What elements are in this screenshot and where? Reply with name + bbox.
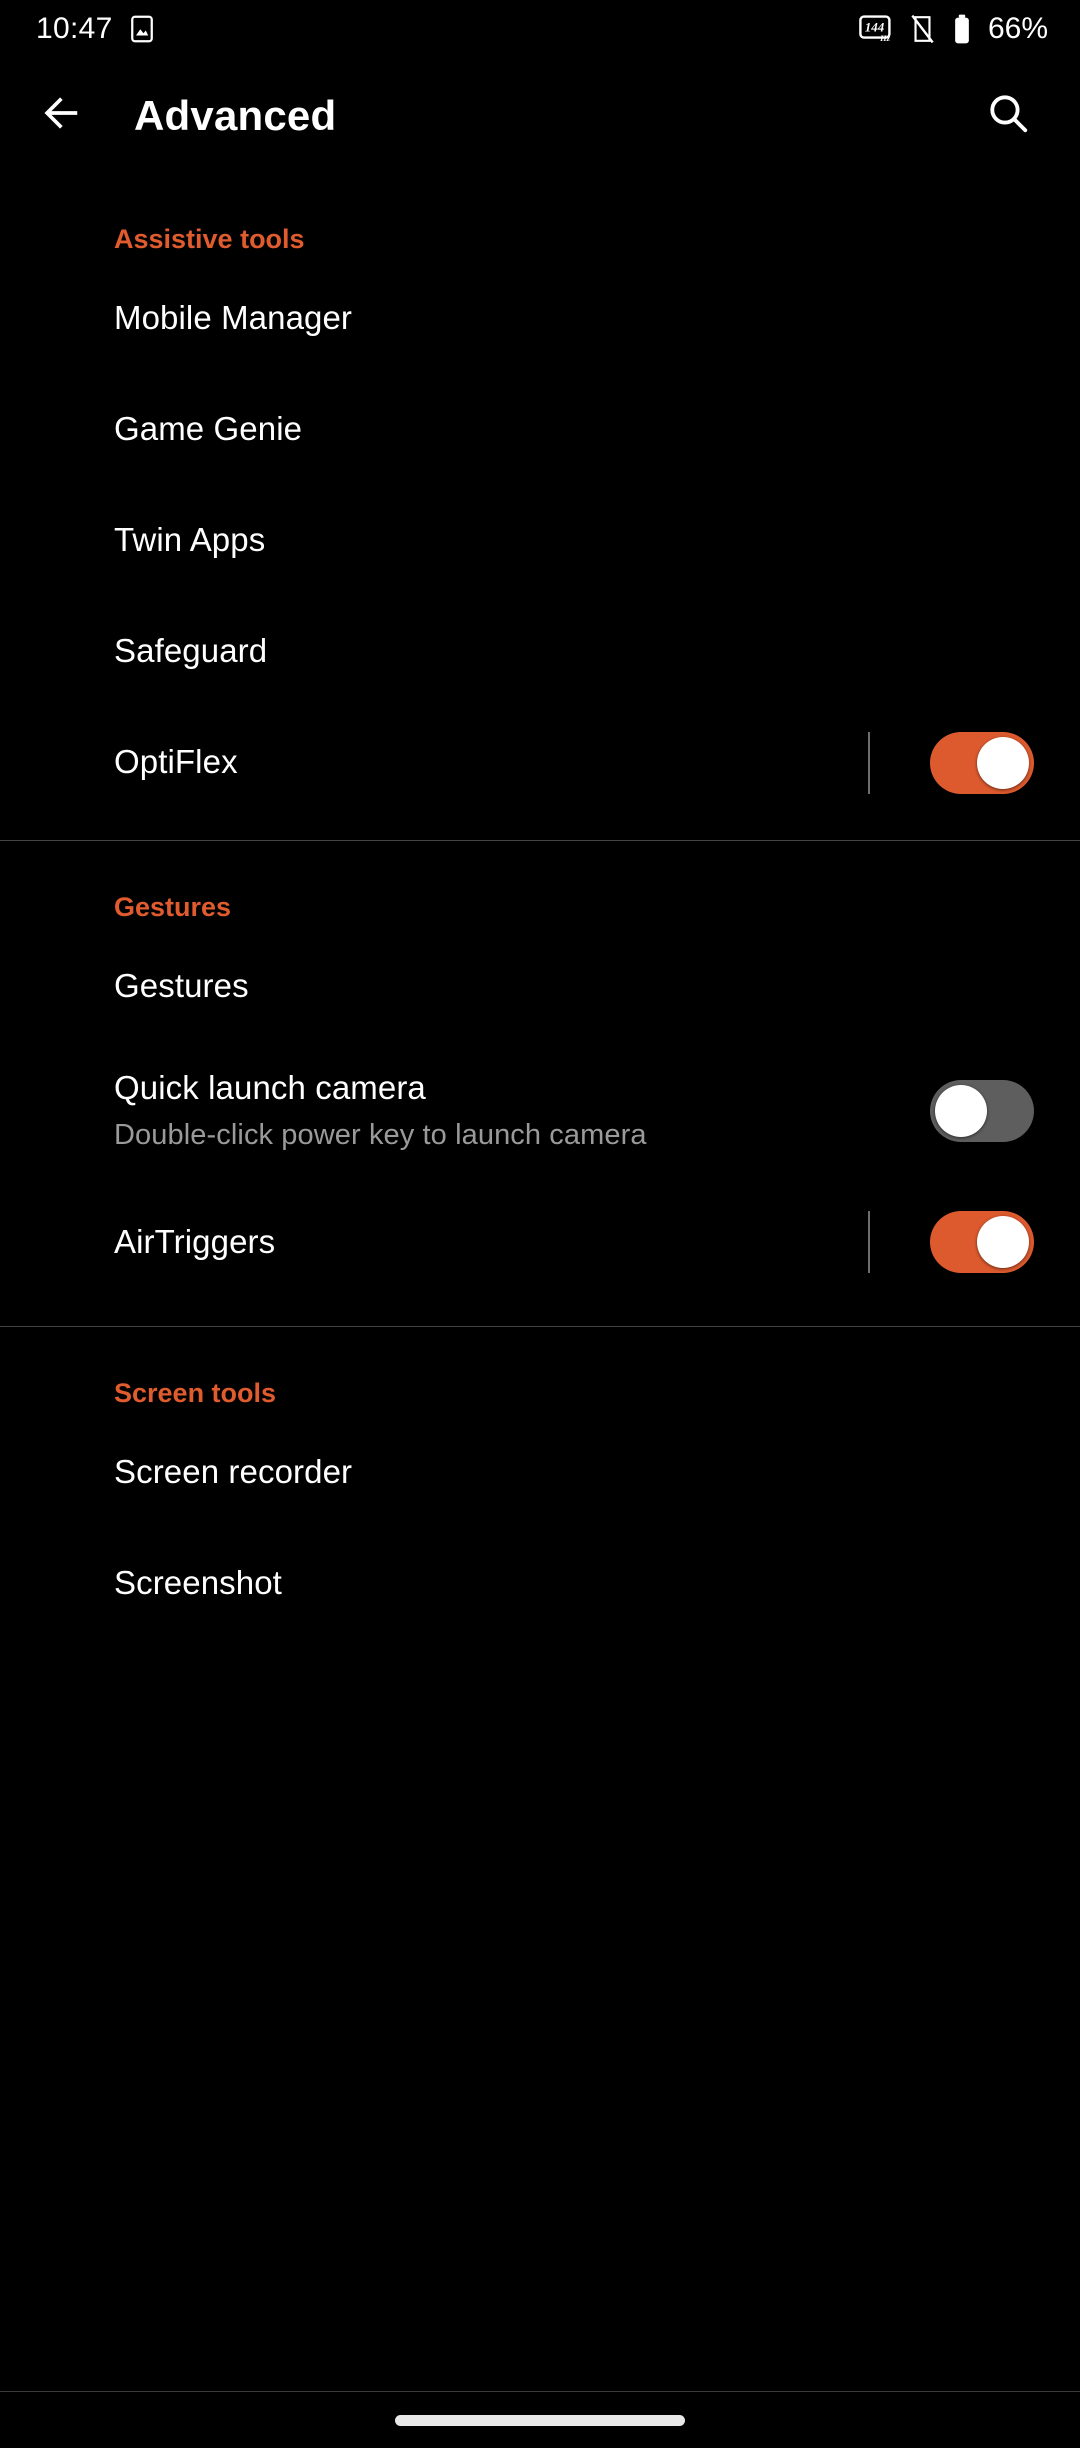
back-arrow-icon [39,90,85,141]
list-item-airtriggers[interactable]: AirTriggers [0,1180,1080,1304]
list-item-text: Screen recorder [114,1453,1034,1492]
list-item-title: Screen recorder [114,1453,353,1491]
section-header-assistive-tools: Assistive tools [114,224,305,254]
list-item-title: Safeguard [114,632,268,670]
toggle-knob [977,736,1029,789]
list-item-widget [868,1211,1034,1273]
section-header-screen-tools: Screen tools [114,1378,277,1408]
airtriggers-toggle[interactable] [930,1211,1034,1273]
status-bar-right: 144 Hz 66% [859,14,1048,44]
list-item-title: Game Genie [114,410,303,448]
section-header-gestures: Gestures [114,892,232,922]
status-bar-clock: 10:47 [36,12,113,45]
app-bar: Advanced [0,58,1080,173]
list-item-quick-launch-camera[interactable]: Quick launch camera Double-click power k… [0,1042,1080,1180]
settings-list[interactable]: Assistive tools Mobile Manager Game Geni… [0,173,1080,2388]
section-bottom-space [0,818,1080,840]
list-item-text: Mobile Manager [114,299,1034,338]
search-icon [985,90,1031,141]
list-item-title: OptiFlex [114,743,238,781]
list-item-screen-recorder[interactable]: Screen recorder [0,1417,1080,1528]
list-item-text: OptiFlex [114,743,868,782]
list-item-subtitle: Double-click power key to launch camera [114,1119,647,1152]
list-item-gestures[interactable]: Gestures [0,931,1080,1042]
list-item-title: Mobile Manager [114,299,353,337]
list-item-text: Twin Apps [114,521,1034,560]
list-item-title: Quick launch camera [114,1069,426,1107]
section-screen-tools: Screen tools Screen recorder Screenshot [0,1327,1080,1639]
widget-divider [868,1211,870,1273]
quick-launch-camera-toggle[interactable] [930,1080,1034,1142]
list-item-title: Screenshot [114,1564,282,1602]
svg-text:144: 144 [865,19,885,34]
list-item-text: Quick launch camera Double-click power k… [114,1069,868,1153]
list-item-text: Game Genie [114,410,1034,449]
list-item-text: Gestures [114,967,1034,1006]
navigation-bar [0,2392,1080,2448]
page-title: Advanced [134,91,337,139]
list-item-title: Twin Apps [114,521,266,559]
list-item-text: AirTriggers [114,1223,868,1262]
section-assistive-tools: Assistive tools Mobile Manager Game Geni… [0,173,1080,840]
silent-mode-icon [909,14,936,44]
refresh-rate-icon: 144 Hz [859,14,893,44]
toggle-knob [977,1216,1029,1268]
list-item-safeguard[interactable]: Safeguard [0,596,1080,707]
toggle-knob [935,1085,987,1137]
section-gestures: Gestures Gestures Quick launch camera Do… [0,841,1080,1326]
list-item-text: Screenshot [114,1564,1034,1603]
widget-divider [868,731,870,794]
list-item-title: AirTriggers [114,1222,276,1260]
list-item-game-genie[interactable]: Game Genie [0,374,1080,485]
list-item-widget [868,731,1034,794]
status-bar: 10:47 144 Hz 66% [0,0,1080,58]
svg-text:Hz: Hz [879,34,891,43]
battery-icon [952,14,972,44]
screenshot-image-icon [127,14,157,44]
search-button[interactable] [958,66,1058,166]
list-item-text: Safeguard [114,632,1034,671]
list-item-mobile-manager[interactable]: Mobile Manager [0,263,1080,374]
list-item-optiflex[interactable]: OptiFlex [0,707,1080,818]
list-item-twin-apps[interactable]: Twin Apps [0,485,1080,596]
status-bar-left: 10:47 [36,14,157,44]
list-item-title: Gestures [114,967,249,1005]
home-gesture-pill[interactable] [395,2414,685,2426]
list-item-widget [868,1080,1034,1142]
back-button[interactable] [12,66,112,166]
optiflex-toggle[interactable] [930,731,1034,794]
list-item-screenshot[interactable]: Screenshot [0,1528,1080,1639]
section-bottom-space [0,1304,1080,1326]
battery-percent-label: 66% [987,12,1048,45]
